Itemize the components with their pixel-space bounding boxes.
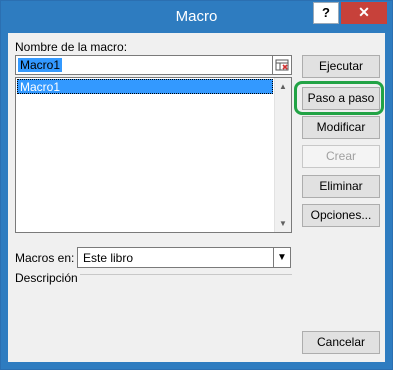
macro-dialog: Macro ? ✕ Nombre de la macro: Macro1 Mac… <box>0 0 393 370</box>
collapse-dialog-button[interactable] <box>272 55 292 75</box>
title-bar: Macro ? ✕ <box>1 1 392 33</box>
close-button[interactable]: ✕ <box>341 2 387 24</box>
macro-name-label: Nombre de la macro: <box>15 40 128 54</box>
collapse-dialog-icon <box>275 59 289 71</box>
macro-name-input[interactable]: Macro1 <box>15 55 273 75</box>
macros-in-select[interactable]: Este libro ▼ <box>77 247 291 268</box>
edit-button[interactable]: Modificar <box>302 116 380 139</box>
list-item[interactable]: Macro1 <box>17 79 273 94</box>
macro-name-value: Macro1 <box>18 58 63 72</box>
macros-in-value: Este libro <box>83 251 134 265</box>
chevron-down-icon[interactable]: ▼ <box>273 248 290 267</box>
scroll-down-icon[interactable]: ▼ <box>275 215 291 232</box>
scroll-up-icon[interactable]: ▲ <box>275 78 291 95</box>
dialog-body: Nombre de la macro: Macro1 Macro1 ▲ ▼ Ej… <box>8 33 385 362</box>
macros-in-label: Macros en: <box>15 251 75 265</box>
help-button[interactable]: ? <box>313 2 339 24</box>
step-button[interactable]: Paso a paso <box>302 87 380 110</box>
delete-button[interactable]: Eliminar <box>302 175 380 198</box>
macro-list[interactable]: Macro1 ▲ ▼ <box>15 77 292 233</box>
options-button[interactable]: Opciones... <box>302 204 380 227</box>
description-label: Descripción <box>15 271 78 285</box>
create-button[interactable]: Crear <box>302 145 380 168</box>
cancel-button[interactable]: Cancelar <box>302 331 380 354</box>
run-button[interactable]: Ejecutar <box>302 55 380 78</box>
description-divider <box>80 274 292 275</box>
vertical-scrollbar[interactable]: ▲ ▼ <box>274 78 291 232</box>
